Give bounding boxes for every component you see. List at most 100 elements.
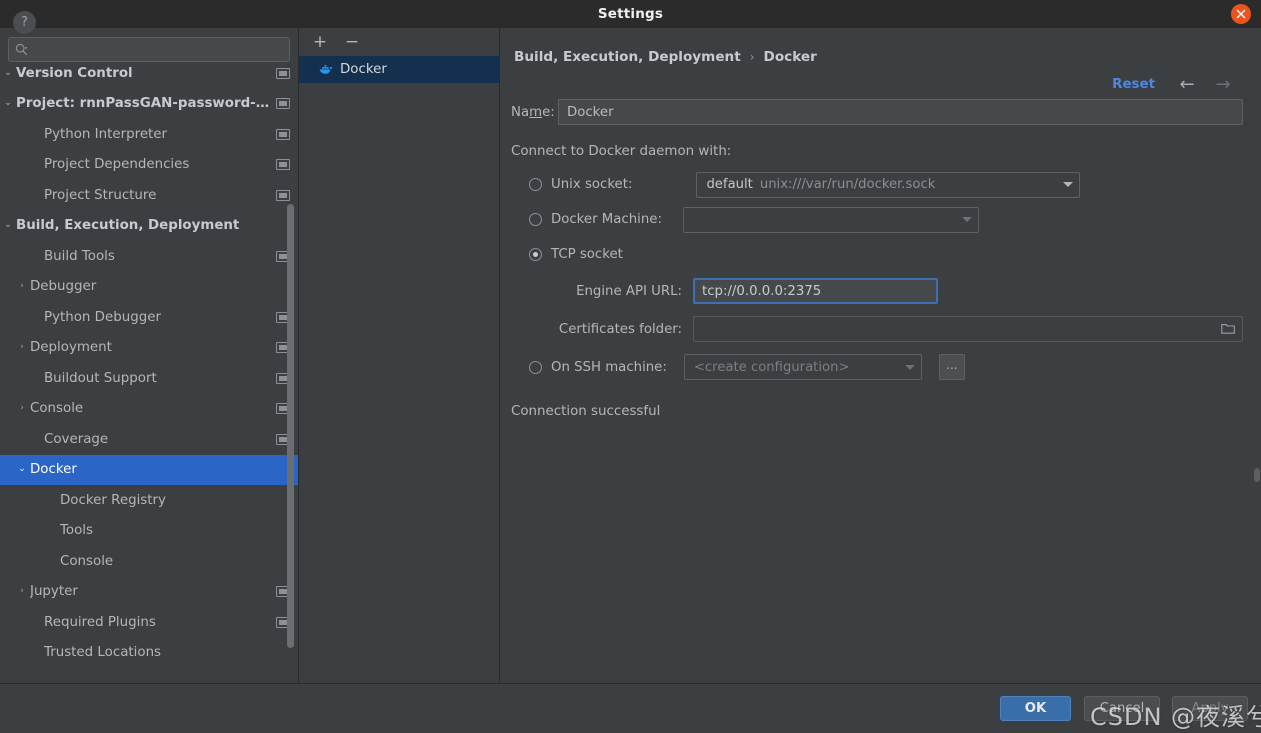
sidebar-item-label: Python Interpreter: [44, 126, 168, 142]
config-list-item-label: Docker: [340, 62, 387, 77]
name-input[interactable]: [558, 99, 1243, 125]
settings-sidebar: ⌄ Version Control ⌄ Project: rnnPassGAN-pas…: [0, 28, 299, 683]
certificates-folder-row: Certificates folder:: [500, 310, 1261, 348]
sidebar-item-docker[interactable]: ⌄ Docker: [0, 454, 298, 485]
settings-sync-icon: [276, 98, 290, 110]
breadcrumb-parent[interactable]: Build, Execution, Deployment: [514, 49, 741, 65]
sidebar-item-build-execution-deployment[interactable]: ⌄ Build, Execution, Deployment: [0, 211, 298, 242]
sidebar-item-tools[interactable]: Tools: [0, 516, 298, 547]
sidebar-item-jupyter[interactable]: › Jupyter: [0, 577, 298, 608]
engine-api-url-label: Engine API URL:: [576, 283, 682, 299]
certificates-folder-input[interactable]: [693, 316, 1243, 342]
dialog-footer: [0, 683, 1261, 733]
unix-socket-label: Unix socket:: [551, 177, 633, 192]
sidebar-item-deployment[interactable]: › Deployment: [0, 333, 298, 364]
docker-whale-icon: [319, 64, 333, 74]
sidebar-item-docker-registry[interactable]: Docker Registry: [0, 485, 298, 516]
docker-config-list: + − Docker: [299, 28, 500, 683]
close-icon[interactable]: [1231, 4, 1251, 24]
tcp-socket-label: TCP socket: [551, 247, 623, 262]
nav-forward-icon[interactable]: →: [1211, 74, 1235, 96]
engine-api-url-row: Engine API URL:: [500, 272, 1261, 310]
docker-machine-combobox[interactable]: [682, 206, 979, 233]
tcp-socket-row: TCP socket: [500, 237, 1261, 272]
ssh-machine-row: On SSH machine: <create configuration> .…: [500, 348, 1261, 386]
sidebar-item-required-plugins[interactable]: Required Plugins: [0, 607, 298, 638]
breadcrumb: Build, Execution, Deployment › Docker: [500, 28, 1261, 72]
sidebar-item-project-rnnpassgan-password[interactable]: ⌄ Project: rnnPassGAN-password-…: [0, 89, 298, 120]
sidebar-item-label: Project Structure: [44, 187, 157, 203]
sidebar-item-console[interactable]: Console: [0, 546, 298, 577]
sidebar-item-buildout-support[interactable]: Buildout Support: [0, 363, 298, 394]
ssh-machine-radio[interactable]: [529, 360, 542, 374]
help-button[interactable]: ?: [13, 11, 36, 34]
docker-machine-row: Docker Machine:: [500, 202, 1261, 237]
certificates-folder-label: Certificates folder:: [558, 321, 682, 337]
sidebar-item-label: Debugger: [30, 279, 97, 295]
sidebar-item-label: Trusted Locations: [44, 645, 162, 661]
chevron-down-icon[interactable]: ⌄: [0, 99, 16, 108]
chevron-right-icon[interactable]: ›: [14, 404, 30, 413]
engine-api-url-input[interactable]: [693, 278, 938, 304]
sidebar-item-trusted-locations[interactable]: Trusted Locations: [0, 638, 298, 669]
settings-sync-icon: [276, 159, 290, 171]
sidebar-item-label: Console: [30, 401, 84, 417]
window-titlebar: Settings: [0, 0, 1261, 28]
sidebar-item-label: Jupyter: [30, 584, 78, 600]
chevron-right-icon[interactable]: ›: [14, 343, 30, 352]
folder-icon: [1221, 324, 1235, 334]
ssh-machine-combobox[interactable]: <create configuration>: [683, 354, 922, 380]
sidebar-item-project-structure[interactable]: Project Structure: [0, 180, 298, 211]
unix-socket-value-path: unix:///var/run/docker.sock: [759, 177, 936, 192]
config-list-toolbar: + −: [299, 28, 499, 56]
unix-socket-radio[interactable]: [529, 178, 542, 191]
sidebar-item-label: Buildout Support: [44, 370, 157, 386]
settings-tree: ⌄ Version Control ⌄ Project: rnnPassGAN-pas…: [0, 58, 298, 683]
connect-section-label: Connect to Docker daemon with:: [511, 144, 732, 159]
sidebar-item-version-control[interactable]: ⌄ Version Control: [0, 58, 298, 89]
reset-link[interactable]: Reset: [1112, 77, 1155, 92]
sidebar-scrollbar-thumb[interactable]: [287, 204, 294, 648]
nav-back-icon[interactable]: ←: [1175, 74, 1199, 96]
chevron-down-icon[interactable]: ⌄: [0, 221, 16, 230]
name-label: Name:: [511, 104, 555, 120]
tcp-socket-radio[interactable]: [529, 248, 542, 261]
sidebar-item-label: Docker: [30, 462, 77, 478]
chevron-right-icon[interactable]: ›: [14, 282, 30, 291]
docker-detail-pane: Build, Execution, Deployment › Docker Re…: [500, 28, 1261, 683]
docker-machine-radio[interactable]: [529, 213, 542, 226]
unix-socket-combobox[interactable]: default unix:///var/run/docker.sock: [696, 171, 1081, 198]
remove-configuration-button[interactable]: −: [343, 33, 361, 51]
ssh-machine-value: <create configuration>: [693, 359, 850, 375]
connection-status-text: Connection successful: [511, 404, 661, 419]
ok-button[interactable]: OK: [1000, 696, 1071, 721]
sidebar-item-label: Version Control: [16, 65, 133, 81]
sidebar-item-label: Build Tools: [44, 248, 115, 264]
sidebar-item-label: Required Plugins: [44, 614, 156, 630]
ssh-browse-button[interactable]: ...: [938, 354, 965, 380]
sidebar-item-build-tools[interactable]: Build Tools: [0, 241, 298, 272]
sidebar-item-project-dependencies[interactable]: Project Dependencies: [0, 150, 298, 181]
config-list-item-docker[interactable]: Docker: [299, 56, 499, 83]
sidebar-item-label: Console: [60, 553, 114, 569]
name-row: Name:: [500, 98, 1261, 126]
sidebar-item-label: Project: rnnPassGAN-password-…: [16, 96, 270, 112]
sidebar-item-coverage[interactable]: Coverage: [0, 424, 298, 455]
cancel-button[interactable]: Cancel: [1084, 696, 1160, 721]
sidebar-item-python-interpreter[interactable]: Python Interpreter: [0, 119, 298, 150]
chevron-right-icon[interactable]: ›: [14, 587, 30, 596]
settings-sync-icon: [276, 128, 290, 140]
sidebar-item-debugger[interactable]: › Debugger: [0, 272, 298, 303]
unix-socket-row: Unix socket: default unix:///var/run/doc…: [500, 167, 1261, 202]
breadcrumb-current: Docker: [763, 49, 817, 65]
sidebar-item-console[interactable]: › Console: [0, 394, 298, 425]
detail-scrollbar-thumb[interactable]: [1254, 468, 1260, 482]
add-configuration-button[interactable]: +: [311, 33, 329, 51]
chevron-down-icon: [961, 217, 972, 222]
docker-machine-label: Docker Machine:: [551, 212, 662, 227]
chevron-down-icon[interactable]: ⌄: [0, 68, 16, 78]
sidebar-item-python-debugger[interactable]: Python Debugger: [0, 302, 298, 333]
apply-button[interactable]: Apply: [1172, 696, 1248, 721]
window-title: Settings: [597, 6, 664, 22]
chevron-down-icon[interactable]: ⌄: [14, 465, 30, 474]
